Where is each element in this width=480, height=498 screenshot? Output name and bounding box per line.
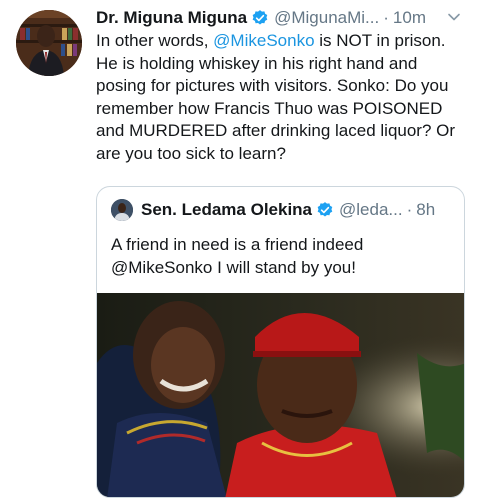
author-avatar[interactable] — [16, 10, 82, 76]
quoted-tweet-header: Sen. Ledama Olekina @leda... · 8h — [111, 199, 454, 221]
tweet-header: Dr. Miguna Miguna @MigunaMi... · 10m — [96, 6, 466, 30]
quoted-tweet-timestamp[interactable]: 8h — [416, 200, 435, 220]
tweet-text-part: is NOT in prison. He is holding whiskey … — [96, 31, 456, 163]
tweet-text: In other words, @MikeSonko is NOT in pri… — [96, 30, 468, 166]
quoted-author-avatar[interactable] — [111, 199, 133, 221]
separator-dot: · — [383, 8, 389, 27]
quoted-author-name[interactable]: Sen. Ledama Olekina — [141, 200, 312, 220]
quoted-tweet[interactable]: Sen. Ledama Olekina @leda... · 8h A frie… — [96, 186, 465, 498]
tweet[interactable]: Dr. Miguna Miguna @MigunaMi... · 10m In … — [0, 0, 480, 498]
author-handle[interactable]: @MigunaMi... — [274, 8, 379, 28]
quoted-tweet-photo[interactable] — [97, 293, 464, 497]
verified-badge-icon — [316, 201, 334, 219]
mention-link[interactable]: @MikeSonko — [213, 31, 314, 50]
chevron-down-icon[interactable] — [446, 9, 462, 25]
quoted-author-handle[interactable]: @leda... — [339, 200, 403, 220]
quoted-tweet-text: A friend in need is a friend indeed @Mik… — [111, 235, 364, 277]
verified-badge-icon — [251, 9, 269, 27]
author-name[interactable]: Dr. Miguna Miguna — [96, 8, 247, 28]
tweet-timestamp[interactable]: 10m — [393, 8, 426, 28]
tweet-text-part: In other words, — [96, 31, 214, 50]
separator-dot: · — [406, 200, 413, 219]
